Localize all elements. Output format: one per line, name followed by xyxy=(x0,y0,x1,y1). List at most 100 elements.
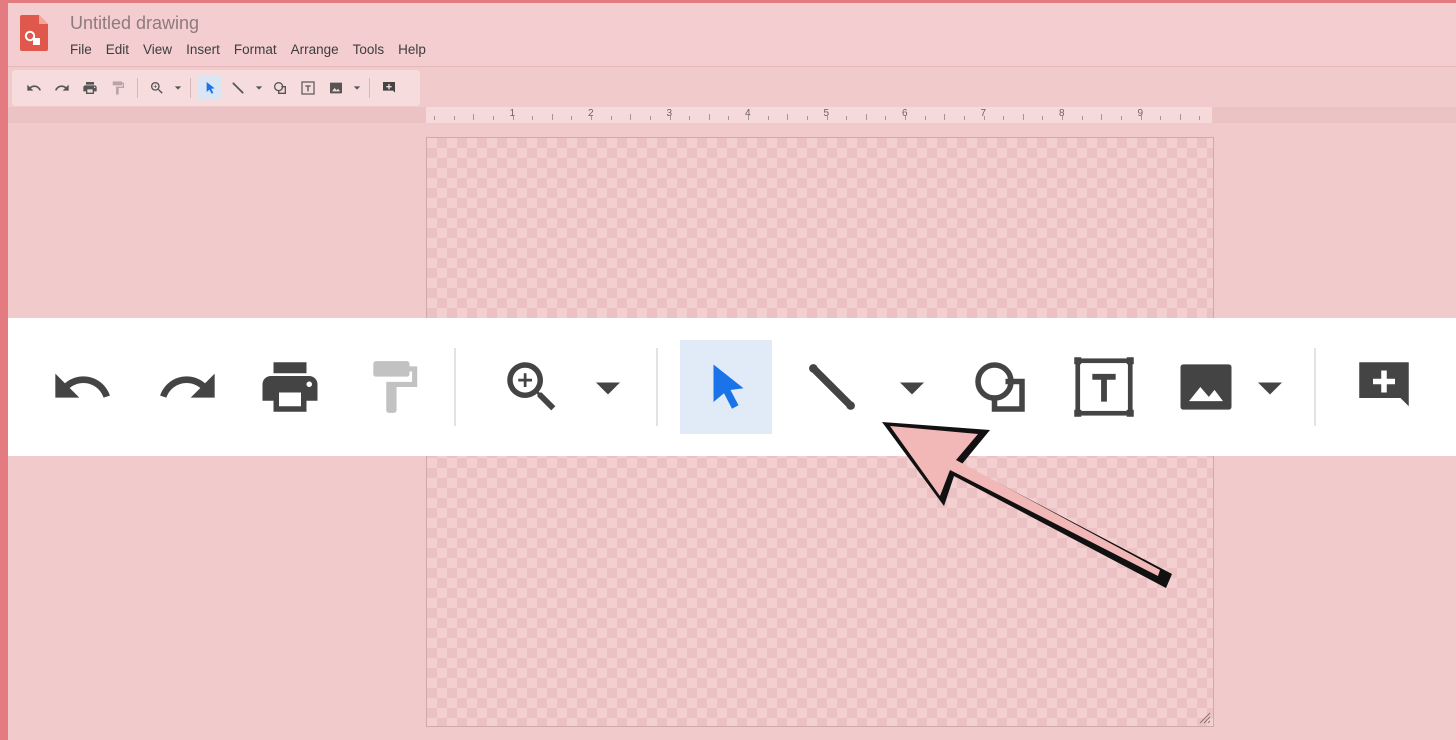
shape-icon xyxy=(274,82,286,94)
app-header: Untitled drawing File Edit View Insert F… xyxy=(8,3,1456,67)
ruler-tick xyxy=(787,114,789,120)
toolbar-divider xyxy=(1314,348,1316,426)
image-dropdown-button[interactable] xyxy=(352,76,362,100)
ruler-number: 6 xyxy=(902,108,908,119)
add-comment-button[interactable] xyxy=(377,76,401,100)
redo-icon xyxy=(160,373,215,398)
menu-help[interactable]: Help xyxy=(398,42,426,57)
ruler-tick xyxy=(944,114,946,120)
cursor-arrow-icon xyxy=(206,82,215,94)
image-tool-button[interactable] xyxy=(324,76,348,100)
cursor-arrow-icon xyxy=(713,364,744,409)
line-tool-button[interactable] xyxy=(226,76,250,100)
window-left-border xyxy=(0,0,8,740)
ruler-number: 7 xyxy=(980,108,987,119)
zoomed-add-comment-button[interactable] xyxy=(1346,340,1422,434)
menu-view[interactable]: View xyxy=(143,42,172,57)
ruler-tick xyxy=(453,116,455,120)
ruler-tick xyxy=(551,114,553,120)
ruler-tick xyxy=(1179,114,1181,120)
line-icon xyxy=(232,82,244,94)
menu-tools[interactable]: Tools xyxy=(353,42,385,57)
zoomed-undo-button[interactable] xyxy=(44,340,120,434)
caret-down-icon xyxy=(353,86,361,90)
redo-button[interactable] xyxy=(50,76,74,100)
toolbar-divider xyxy=(190,78,191,98)
text-box-tool-button[interactable] xyxy=(296,76,320,100)
caret-down-icon xyxy=(1258,382,1282,395)
menu-insert[interactable]: Insert xyxy=(186,42,220,57)
ruler-tick xyxy=(689,116,691,120)
undo-button[interactable] xyxy=(22,76,46,100)
toolbar-divider xyxy=(369,78,370,98)
ruler-tick xyxy=(728,116,730,120)
resize-grip-icon[interactable] xyxy=(1197,710,1211,724)
ruler-tick xyxy=(610,116,612,120)
caret-down-icon xyxy=(900,382,924,395)
annotation-arrow-icon xyxy=(882,422,1172,588)
ruler-tick xyxy=(630,114,632,120)
ruler-number: 5 xyxy=(823,108,830,119)
ruler-tick xyxy=(1101,114,1103,120)
redo-icon xyxy=(55,84,69,91)
print-icon xyxy=(83,82,97,94)
select-tool-button[interactable] xyxy=(198,76,222,100)
zoomed-paint-format-button[interactable] xyxy=(356,340,432,434)
ruler-tick xyxy=(767,116,769,120)
main-toolbar xyxy=(12,70,420,106)
ruler-tick xyxy=(885,116,887,120)
menu-arrange[interactable]: Arrange xyxy=(291,42,339,57)
ruler-tick xyxy=(532,116,534,120)
paint-format-button[interactable] xyxy=(106,76,130,100)
print-button[interactable] xyxy=(78,76,102,100)
zoomed-toolbar-band xyxy=(8,318,1456,456)
ruler-tick xyxy=(1081,116,1083,120)
ruler-tick xyxy=(806,116,808,120)
zoom-in-icon xyxy=(507,362,556,411)
document-title[interactable]: Untitled drawing xyxy=(70,13,199,34)
ruler-tick xyxy=(649,116,651,120)
zoomed-zoom-button[interactable] xyxy=(494,340,570,434)
print-icon xyxy=(262,362,318,412)
ruler-tick xyxy=(1022,114,1024,120)
ruler-tick xyxy=(1199,116,1201,120)
text-box-icon xyxy=(301,81,315,95)
zoomed-select-tool-button[interactable] xyxy=(680,340,772,434)
zoomed-zoom-dropdown-button[interactable] xyxy=(588,340,628,434)
ruler-tick xyxy=(846,116,848,120)
image-icon xyxy=(330,82,342,94)
ruler-number: 1 xyxy=(509,108,516,119)
menu-bar: File Edit View Insert Format Arrange Too… xyxy=(70,42,426,57)
zoom-dropdown-button[interactable] xyxy=(173,76,183,100)
shape-tool-button[interactable] xyxy=(268,76,292,100)
zoom-button[interactable] xyxy=(145,76,169,100)
ruler-tick xyxy=(963,116,965,120)
ruler-number: 4 xyxy=(745,108,751,119)
menu-format[interactable]: Format xyxy=(234,42,277,57)
ruler-tick xyxy=(571,116,573,120)
ruler-number: 2 xyxy=(588,108,594,119)
zoomed-redo-button[interactable] xyxy=(150,340,226,434)
line-icon xyxy=(809,364,855,410)
ruler-tick xyxy=(1042,116,1044,120)
toolbar-divider xyxy=(454,348,456,426)
ruler-tick xyxy=(1120,116,1122,120)
menu-file[interactable]: File xyxy=(70,42,92,57)
ruler-tick xyxy=(1160,116,1162,120)
toolbar-divider xyxy=(137,78,138,98)
ruler-tick xyxy=(473,114,475,120)
google-drawings-logo-icon[interactable] xyxy=(20,15,48,51)
menu-edit[interactable]: Edit xyxy=(106,42,129,57)
horizontal-ruler: 1 2 3 4 5 6 7 8 9 xyxy=(426,107,1212,123)
ruler-tick xyxy=(708,114,710,120)
caret-down-icon xyxy=(174,86,182,90)
zoomed-image-dropdown-button[interactable] xyxy=(1250,340,1290,434)
ruler-tick xyxy=(434,116,435,120)
zoomed-print-button[interactable] xyxy=(252,340,328,434)
zoomed-line-tool-button[interactable] xyxy=(794,340,870,434)
add-comment-icon xyxy=(383,82,395,93)
ruler-number: 8 xyxy=(1059,108,1065,119)
line-dropdown-button[interactable] xyxy=(254,76,264,100)
toolbar-divider xyxy=(656,348,658,426)
ruler-number: 9 xyxy=(1137,108,1144,119)
